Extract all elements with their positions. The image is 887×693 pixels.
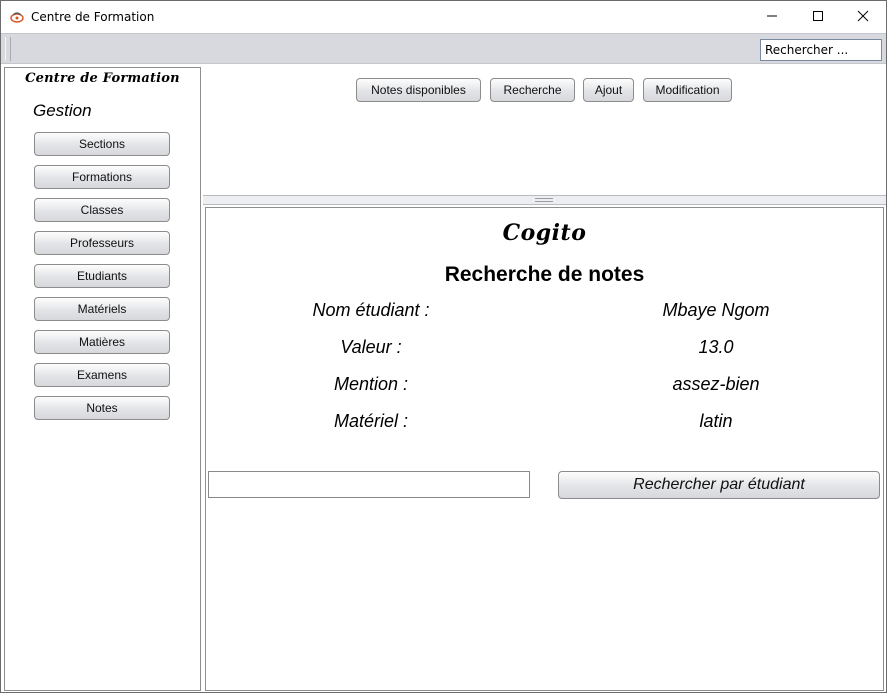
sidebar-item-classes[interactable]: Classes xyxy=(34,198,170,222)
field-value-materiel: latin xyxy=(699,411,733,431)
field-label-mention: Mention : xyxy=(333,374,409,394)
close-button[interactable] xyxy=(840,1,886,33)
title-bar: Centre de Formation xyxy=(1,1,886,33)
toolbar-grip[interactable] xyxy=(5,37,11,61)
minimize-icon xyxy=(766,10,778,25)
sidebar-item-label: Formations xyxy=(71,170,133,184)
sidebar-item-matieres[interactable]: Matières xyxy=(34,330,170,354)
sidebar-item-label: Professeurs xyxy=(69,236,135,250)
field-label-materiel: Matériel : xyxy=(333,411,409,431)
action-panel: Notes disponibles Recherche Ajout Modifi… xyxy=(203,67,886,195)
minimize-button[interactable] xyxy=(749,1,795,33)
sidebar-item-notes[interactable]: Notes xyxy=(34,396,170,420)
content-brand: Cogito xyxy=(502,220,587,246)
field-value-nom-etudiant: Mbaye Ngom xyxy=(662,300,770,320)
sidebar-item-professeurs[interactable]: Professeurs xyxy=(34,231,170,255)
field-label-valeur: Valeur : xyxy=(340,337,402,357)
sidebar-brand: Centre de Formation xyxy=(25,71,180,86)
field-value-mention: assez-bien xyxy=(672,374,760,394)
maximize-button[interactable] xyxy=(795,1,841,33)
recherche-button[interactable]: Recherche xyxy=(490,78,575,102)
student-search-input[interactable] xyxy=(208,471,530,498)
sidebar-section-title: Gestion xyxy=(33,101,92,120)
sidebar-item-formations[interactable]: Formations xyxy=(34,165,170,189)
sidebar-item-sections[interactable]: Sections xyxy=(34,132,170,156)
ajout-button[interactable]: Ajout xyxy=(583,78,634,102)
maximize-icon xyxy=(812,10,824,25)
button-label: Ajout xyxy=(594,83,623,97)
sidebar-item-label: Notes xyxy=(86,401,118,415)
sidebar-item-etudiants[interactable]: Etudiants xyxy=(34,264,170,288)
field-value-valeur: 13.0 xyxy=(698,337,734,357)
sidebar-item-materiels[interactable]: Matériels xyxy=(34,297,170,321)
toolbar: Rechercher ... xyxy=(1,33,886,64)
notes-disponibles-button[interactable]: Notes disponibles xyxy=(356,78,481,102)
app-logo-icon xyxy=(10,10,24,24)
button-label: Modification xyxy=(655,83,720,97)
search-input[interactable]: Rechercher ... xyxy=(760,39,882,61)
search-notes-panel: Cogito Recherche de notes Nom étudiant :… xyxy=(205,207,884,691)
button-label: Notes disponibles xyxy=(371,83,466,97)
sidebar-item-label: Examens xyxy=(76,368,128,382)
field-label-nom-etudiant: Nom étudiant : xyxy=(312,300,430,320)
sidebar-item-label: Etudiants xyxy=(76,269,128,283)
sidebar-item-label: Matières xyxy=(78,335,125,349)
button-label: Rechercher par étudiant xyxy=(633,476,805,493)
window-title: Centre de Formation xyxy=(31,10,155,24)
close-icon xyxy=(857,10,869,25)
search-input-value: Rechercher ... xyxy=(765,43,849,57)
divider-grip-icon[interactable] xyxy=(535,198,553,202)
sidebar-item-label: Matériels xyxy=(77,302,127,316)
sidebar: Centre de Formation Gestion Sections For… xyxy=(4,67,201,691)
page-title: Recherche de notes xyxy=(444,263,645,286)
app-window: Centre de Formation Rechercher ... Centr… xyxy=(0,0,887,693)
sidebar-item-label: Sections xyxy=(78,137,126,151)
sidebar-item-label: Classes xyxy=(80,203,124,217)
search-by-student-button[interactable]: Rechercher par étudiant xyxy=(558,471,880,499)
button-label: Recherche xyxy=(503,83,562,97)
split-divider[interactable] xyxy=(203,195,886,205)
modification-button[interactable]: Modification xyxy=(643,78,732,102)
sidebar-item-examens[interactable]: Examens xyxy=(34,363,170,387)
